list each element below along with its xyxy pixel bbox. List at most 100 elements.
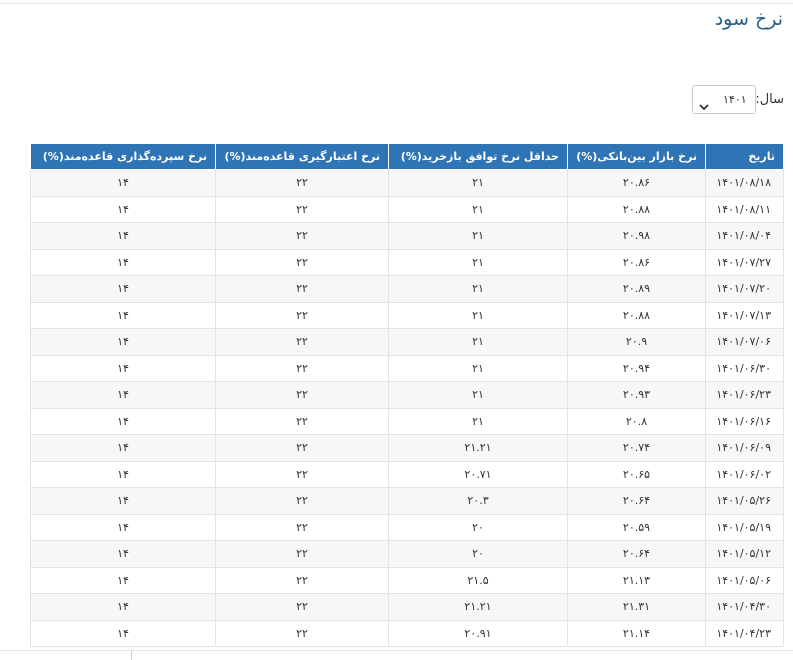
column-header-interbank-rate[interactable]: نرخ بازار بین‌بانکی(%)	[567, 143, 706, 170]
cell-credit-facility-rate: ۲۲	[215, 222, 389, 250]
cell-interbank-rate: ۲۰.۸۸	[567, 301, 706, 329]
cell-min-repo-rate: ۲۱	[388, 354, 568, 382]
table-row: ۱۴۰۱/۰۷/۱۳ ۲۰.۸۸ ۲۱ ۲۲ ۱۴	[30, 301, 784, 329]
cell-interbank-rate: ۲۰.۹	[567, 328, 706, 356]
cell-interbank-rate: ۲۰.۷۴	[567, 434, 706, 462]
cell-deposit-facility-rate: ۱۴	[30, 434, 216, 462]
cell-date: ۱۴۰۱/۰۶/۲۳	[705, 381, 784, 409]
cell-min-repo-rate: ۲۱	[388, 169, 568, 197]
cell-min-repo-rate: ۲۱.۲۱	[388, 434, 568, 462]
table-row: ۱۴۰۱/۰۵/۰۶ ۲۱.۱۳ ۲۱.۵ ۲۲ ۱۴	[30, 566, 784, 594]
cell-credit-facility-rate: ۲۲	[215, 619, 389, 647]
cell-credit-facility-rate: ۲۲	[215, 381, 389, 409]
cell-credit-facility-rate: ۲۲	[215, 407, 389, 435]
table-header-row: تاریخ نرخ بازار بین‌بانکی(%) حداقل نرخ ت…	[30, 143, 784, 170]
cell-credit-facility-rate: ۲۲	[215, 328, 389, 356]
table-row: ۱۴۰۱/۰۷/۲۷ ۲۰.۸۶ ۲۱ ۲۲ ۱۴	[30, 248, 784, 276]
cell-deposit-facility-rate: ۱۴	[30, 566, 216, 594]
cell-deposit-facility-rate: ۱۴	[30, 248, 216, 276]
table-row: ۱۴۰۱/۰۴/۳۰ ۲۱.۳۱ ۲۱.۲۱ ۲۲ ۱۴	[30, 593, 784, 621]
cell-interbank-rate: ۲۰.۶۴	[567, 540, 706, 568]
table-row: ۱۴۰۱/۰۶/۰۹ ۲۰.۷۴ ۲۱.۲۱ ۲۲ ۱۴	[30, 434, 784, 462]
cell-credit-facility-rate: ۲۲	[215, 460, 389, 488]
cell-interbank-rate: ۲۰.۸۶	[567, 248, 706, 276]
table-body: ۱۴۰۱/۰۸/۱۸ ۲۰.۸۶ ۲۱ ۲۲ ۱۴ ۱۴۰۱/۰۸/۱۱ ۲۰.۸۸ ۲۱ ۲۲…	[30, 169, 784, 647]
chevron-down-icon	[699, 96, 709, 115]
cell-interbank-rate: ۲۰.۹۴	[567, 354, 706, 382]
cell-min-repo-rate: ۲۰.۳	[388, 487, 568, 515]
cell-date: ۱۴۰۱/۰۴/۲۳	[705, 619, 784, 647]
interest-rates-table: تاریخ نرخ بازار بین‌بانکی(%) حداقل نرخ ت…	[30, 143, 784, 647]
column-header-deposit-facility-rate[interactable]: نرخ سپرده‌گذاری قاعده‌مند(%)	[30, 143, 216, 170]
cell-deposit-facility-rate: ۱۴	[30, 301, 216, 329]
cell-deposit-facility-rate: ۱۴	[30, 460, 216, 488]
cell-deposit-facility-rate: ۱۴	[30, 222, 216, 250]
cell-credit-facility-rate: ۲۲	[215, 566, 389, 594]
cell-interbank-rate: ۲۰.۶۵	[567, 460, 706, 488]
cell-date: ۱۴۰۱/۰۵/۱۲	[705, 540, 784, 568]
cell-credit-facility-rate: ۲۲	[215, 301, 389, 329]
cell-min-repo-rate: ۲۱	[388, 328, 568, 356]
cell-interbank-rate: ۲۱.۳۱	[567, 593, 706, 621]
cell-interbank-rate: ۲۰.۶۴	[567, 487, 706, 515]
column-header-min-repo-rate[interactable]: حداقل نرخ توافق بازخرید(%)	[388, 143, 568, 170]
cell-credit-facility-rate: ۲۲	[215, 540, 389, 568]
cell-date: ۱۴۰۱/۰۸/۱۱	[705, 195, 784, 223]
cell-date: ۱۴۰۱/۰۷/۱۳	[705, 301, 784, 329]
cell-deposit-facility-rate: ۱۴	[30, 540, 216, 568]
cell-min-repo-rate: ۲۰.۷۱	[388, 460, 568, 488]
cell-date: ۱۴۰۱/۰۴/۳۰	[705, 593, 784, 621]
cell-min-repo-rate: ۲۱	[388, 301, 568, 329]
cell-interbank-rate: ۲۱.۱۳	[567, 566, 706, 594]
year-select[interactable]: ۱۴۰۱	[692, 85, 756, 114]
cell-interbank-rate: ۲۰.۹۸	[567, 222, 706, 250]
cell-date: ۱۴۰۱/۰۸/۱۸	[705, 169, 784, 197]
table-row: ۱۴۰۱/۰۶/۱۶ ۲۰.۸ ۲۱ ۲۲ ۱۴	[30, 407, 784, 435]
cell-interbank-rate: ۲۰.۵۹	[567, 513, 706, 541]
table-row: ۱۴۰۱/۰۶/۰۲ ۲۰.۶۵ ۲۰.۷۱ ۲۲ ۱۴	[30, 460, 784, 488]
cell-date: ۱۴۰۱/۰۶/۰۹	[705, 434, 784, 462]
cell-deposit-facility-rate: ۱۴	[30, 513, 216, 541]
cell-date: ۱۴۰۱/۰۵/۱۹	[705, 513, 784, 541]
table-row: ۱۴۰۱/۰۷/۲۰ ۲۰.۸۹ ۲۱ ۲۲ ۱۴	[30, 275, 784, 303]
cell-date: ۱۴۰۱/۰۶/۰۲	[705, 460, 784, 488]
year-filter-label: سال:	[755, 92, 784, 107]
cell-credit-facility-rate: ۲۲	[215, 169, 389, 197]
cell-credit-facility-rate: ۲۲	[215, 248, 389, 276]
column-header-credit-facility-rate[interactable]: نرخ اعتبارگیری قاعده‌مند(%)	[215, 143, 389, 170]
cell-min-repo-rate: ۲۱	[388, 222, 568, 250]
column-header-date[interactable]: تاریخ	[705, 143, 784, 170]
cell-credit-facility-rate: ۲۲	[215, 593, 389, 621]
year-select-value: ۱۴۰۱	[723, 93, 747, 106]
table-row: ۱۴۰۱/۰۷/۰۶ ۲۰.۹ ۲۱ ۲۲ ۱۴	[30, 328, 784, 356]
cell-date: ۱۴۰۱/۰۸/۰۴	[705, 222, 784, 250]
cell-min-repo-rate: ۲۱	[388, 275, 568, 303]
top-divider	[0, 3, 793, 4]
cell-credit-facility-rate: ۲۲	[215, 354, 389, 382]
cell-date: ۱۴۰۱/۰۶/۱۶	[705, 407, 784, 435]
cell-deposit-facility-rate: ۱۴	[30, 487, 216, 515]
table-row: ۱۴۰۱/۰۸/۱۱ ۲۰.۸۸ ۲۱ ۲۲ ۱۴	[30, 195, 784, 223]
table-row: ۱۴۰۱/۰۴/۲۳ ۲۱.۱۴ ۲۰.۹۱ ۲۲ ۱۴	[30, 619, 784, 647]
cell-min-repo-rate: ۲۱.۵	[388, 566, 568, 594]
cell-min-repo-rate: ۲۱	[388, 407, 568, 435]
table-row: ۱۴۰۱/۰۵/۱۹ ۲۰.۵۹ ۲۰ ۲۲ ۱۴	[30, 513, 784, 541]
cell-deposit-facility-rate: ۱۴	[30, 328, 216, 356]
cell-min-repo-rate: ۲۰	[388, 540, 568, 568]
cell-date: ۱۴۰۱/۰۷/۲۰	[705, 275, 784, 303]
cell-date: ۱۴۰۱/۰۷/۲۷	[705, 248, 784, 276]
table-row: ۱۴۰۱/۰۵/۲۶ ۲۰.۶۴ ۲۰.۳ ۲۲ ۱۴	[30, 487, 784, 515]
cell-min-repo-rate: ۲۰.۹۱	[388, 619, 568, 647]
cell-interbank-rate: ۲۰.۹۳	[567, 381, 706, 409]
table-row: ۱۴۰۱/۰۶/۲۳ ۲۰.۹۳ ۲۱ ۲۲ ۱۴	[30, 381, 784, 409]
bottom-divider	[0, 650, 793, 651]
cell-interbank-rate: ۲۱.۱۴	[567, 619, 706, 647]
cell-min-repo-rate: ۲۱	[388, 195, 568, 223]
cell-deposit-facility-rate: ۱۴	[30, 354, 216, 382]
cell-min-repo-rate: ۲۱	[388, 248, 568, 276]
cell-deposit-facility-rate: ۱۴	[30, 275, 216, 303]
cell-deposit-facility-rate: ۱۴	[30, 593, 216, 621]
cell-min-repo-rate: ۲۰	[388, 513, 568, 541]
cell-deposit-facility-rate: ۱۴	[30, 407, 216, 435]
cell-interbank-rate: ۲۰.۸۸	[567, 195, 706, 223]
